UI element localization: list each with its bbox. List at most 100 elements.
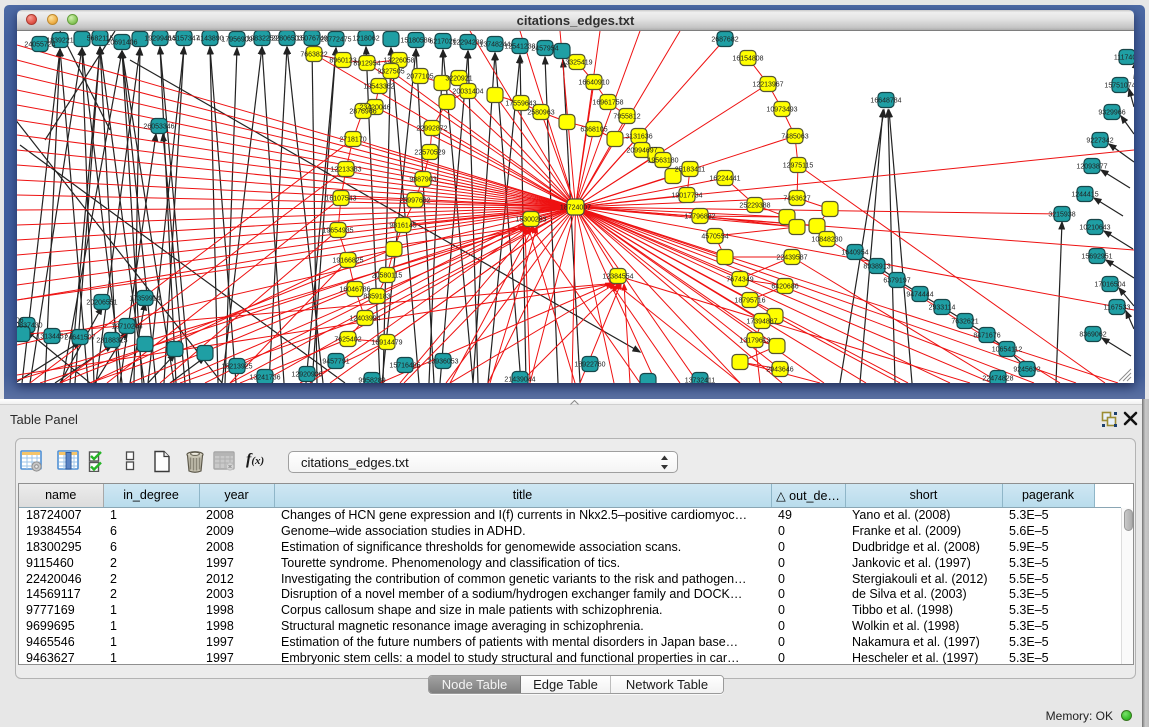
svg-text:1117404: 1117404 (1114, 55, 1134, 62)
svg-text:20691406: 20691406 (106, 40, 137, 47)
svg-text:22439587: 22439587 (776, 255, 807, 262)
svg-text:22570529: 22570529 (414, 150, 445, 157)
svg-text:12384554: 12384554 (602, 274, 633, 281)
svg-text:20206551: 20206551 (86, 300, 117, 307)
svg-text:10210643: 10210643 (1079, 225, 1110, 232)
svg-text:12920906: 12920906 (291, 372, 322, 379)
svg-text:3131636: 3131636 (625, 134, 652, 141)
svg-text:16107543: 16107543 (325, 196, 356, 203)
svg-text:26053346: 26053346 (143, 124, 174, 131)
svg-text:16213925: 16213925 (221, 364, 252, 371)
svg-text:19654935: 19654935 (322, 228, 353, 235)
svg-text:13732411: 13732411 (685, 378, 716, 384)
svg-text:7625402: 7625402 (334, 337, 361, 344)
svg-text:16154808: 16154808 (732, 56, 763, 63)
svg-text:12213383: 12213383 (330, 167, 361, 174)
svg-text:13134457: 13134457 (36, 334, 67, 341)
svg-text:15180586: 15180586 (400, 38, 431, 45)
svg-text:1839221: 1839221 (46, 38, 73, 45)
svg-text:17796882: 17796882 (684, 214, 715, 221)
svg-text:19563180: 19563180 (647, 158, 678, 165)
svg-text:9227342: 9227342 (1086, 138, 1113, 145)
svg-text:12403994: 12403994 (349, 316, 380, 323)
svg-text:13179613: 13179613 (739, 338, 770, 345)
svg-text:3215938: 3215938 (1048, 212, 1075, 219)
svg-text:25229388: 25229388 (739, 203, 770, 210)
svg-text:13241736: 13241736 (249, 375, 280, 382)
svg-text:20031404: 20031404 (452, 89, 483, 96)
svg-text:6379197: 6379197 (883, 278, 910, 285)
svg-text:1640954: 1640954 (841, 250, 868, 257)
svg-text:8912954: 8912954 (353, 61, 380, 68)
svg-text:12975115: 12975115 (783, 163, 814, 170)
svg-text:9245632: 9245632 (1013, 367, 1040, 374)
svg-text:10837430: 10837430 (17, 323, 43, 330)
svg-text:9816145: 9816145 (389, 223, 416, 230)
svg-text:4570554: 4570554 (701, 234, 728, 241)
svg-text:23936053: 23936053 (427, 359, 458, 366)
svg-text:13226058: 13226058 (383, 58, 414, 65)
svg-text:4143890: 4143890 (196, 36, 223, 43)
svg-text:2933114: 2933114 (929, 305, 956, 312)
svg-text:10654112: 10654112 (992, 347, 1023, 354)
svg-text:1244415: 1244415 (1071, 192, 1098, 199)
svg-text:9958289: 9958289 (358, 378, 385, 384)
svg-text:15751074: 15751074 (1104, 83, 1134, 90)
svg-text:16914479: 16914479 (371, 340, 402, 347)
svg-text:2457954: 2457954 (531, 46, 558, 53)
svg-text:8359183: 8359183 (363, 294, 390, 301)
svg-text:25183411: 25183411 (675, 167, 706, 174)
svg-text:8369062: 8369062 (1079, 332, 1106, 339)
svg-text:2687682: 2687682 (711, 37, 738, 44)
svg-text:7674349: 7674349 (726, 277, 753, 284)
svg-text:1218062: 1218062 (352, 36, 379, 43)
svg-text:25997682: 25997682 (399, 198, 430, 205)
svg-text:17016504: 17016504 (1094, 282, 1125, 289)
svg-text:9329966: 9329966 (1098, 110, 1125, 117)
svg-text:10973493: 10973493 (766, 107, 797, 114)
svg-text:8938913: 8938913 (863, 264, 890, 271)
svg-text:9887903: 9887903 (409, 177, 436, 184)
svg-text:2943646: 2943646 (766, 367, 793, 374)
svg-text:15300283: 15300283 (515, 217, 546, 224)
svg-text:23188315: 23188315 (96, 338, 127, 345)
svg-text:7485063: 7485063 (781, 134, 808, 141)
svg-text:16961758: 16961758 (592, 100, 623, 107)
svg-text:15157347: 15157347 (168, 36, 199, 43)
svg-text:20580115: 20580115 (372, 273, 403, 280)
svg-text:7955812: 7955812 (613, 114, 640, 121)
svg-text:2876966: 2876966 (349, 109, 376, 116)
svg-text:9474444: 9474444 (906, 292, 933, 299)
svg-text:6368105: 6368105 (580, 127, 607, 134)
svg-text:22992872: 22992872 (416, 126, 447, 133)
svg-text:16640910: 16640910 (578, 80, 609, 87)
svg-text:17559643: 17559643 (505, 101, 536, 108)
svg-text:13325419: 13325419 (561, 60, 592, 67)
svg-text:19166825: 19166825 (332, 258, 363, 265)
svg-text:7632621: 7632621 (951, 319, 978, 326)
svg-text:9327505: 9327505 (377, 69, 404, 76)
svg-text:17359914: 17359914 (129, 296, 160, 303)
svg-text:9457791: 9457791 (322, 359, 349, 366)
svg-text:15692951: 15692951 (1081, 254, 1112, 261)
svg-text:10710248: 10710248 (111, 324, 142, 331)
svg-text:21439044: 21439044 (504, 377, 535, 384)
svg-text:20772475: 20772475 (320, 37, 351, 44)
svg-text:18795716: 18795716 (734, 298, 765, 305)
svg-text:7463627: 7463627 (783, 196, 810, 203)
svg-text:2718170: 2718170 (339, 137, 366, 144)
svg-text:10848230: 10848230 (811, 237, 842, 244)
svg-text:12093877: 12093877 (1076, 164, 1107, 171)
svg-text:16224441: 16224441 (709, 176, 740, 183)
svg-text:12213967: 12213967 (752, 82, 783, 89)
svg-text:2580963: 2580963 (527, 110, 554, 117)
svg-text:19017734: 19017734 (671, 193, 702, 200)
svg-text:17394887: 17394887 (746, 319, 777, 326)
svg-text:6420686: 6420686 (771, 284, 798, 291)
svg-text:24641507: 24641507 (64, 335, 95, 342)
svg-text:10543362: 10543362 (363, 84, 394, 91)
svg-text:15716485: 15716485 (389, 363, 420, 370)
svg-text:18724007: 18724007 (560, 205, 591, 212)
svg-text:2077105: 2077105 (406, 74, 433, 81)
svg-text:16046786: 16046786 (339, 287, 370, 294)
